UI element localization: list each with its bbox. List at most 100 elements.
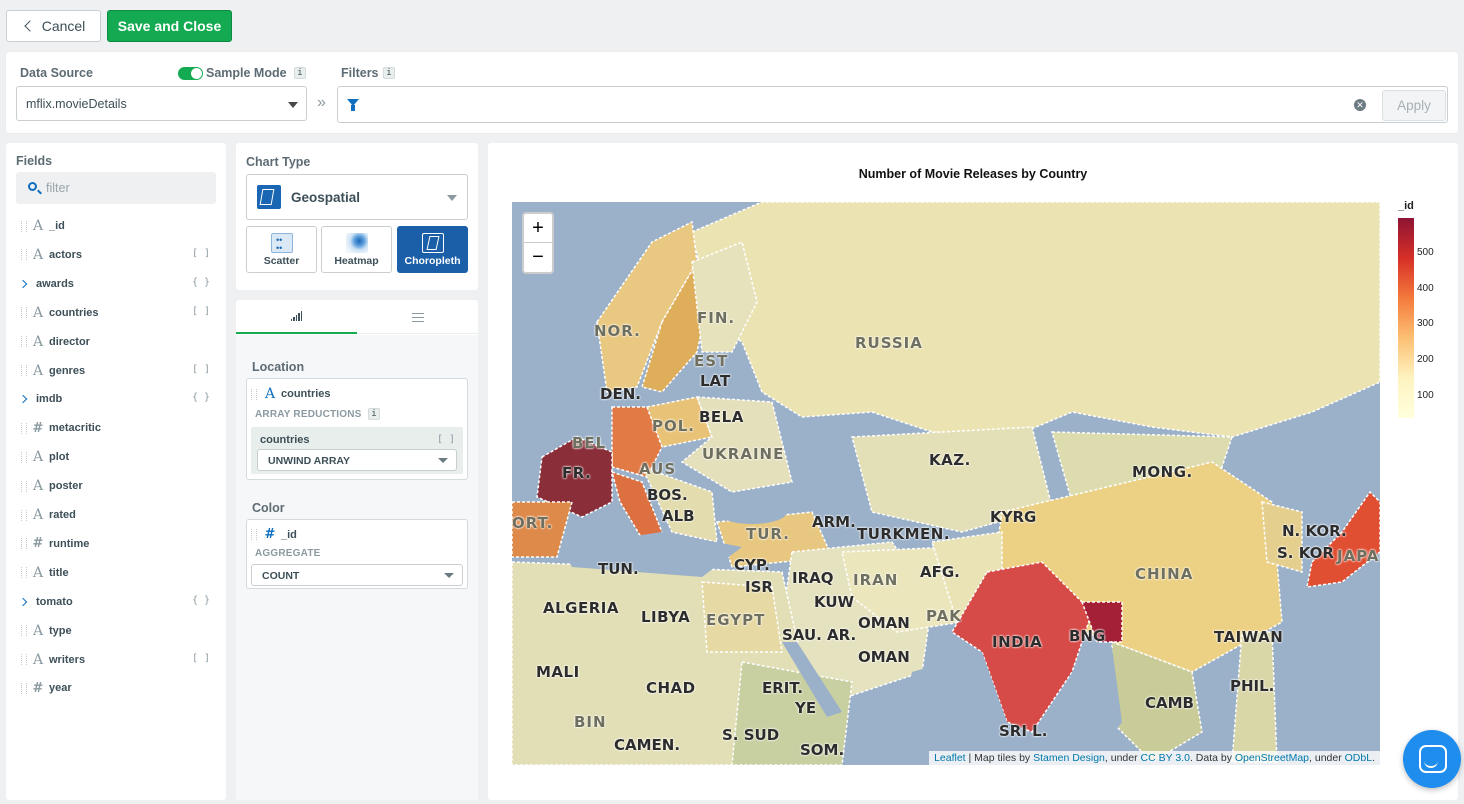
string-type-icon: A <box>32 449 44 466</box>
drag-handle-icon[interactable] <box>21 249 27 261</box>
odbl-link[interactable]: ODbL <box>1345 752 1372 764</box>
field-item-countries[interactable]: Acountries [ ] <box>16 302 216 324</box>
field-item-rated[interactable]: Arated <box>16 504 216 526</box>
chevron-right-icon[interactable] <box>18 279 28 289</box>
drag-handle-icon[interactable] <box>21 480 27 492</box>
field-item-poster[interactable]: Aposter <box>16 475 216 497</box>
field-item-genres[interactable]: Agenres [ ] <box>16 360 216 382</box>
cancel-button[interactable]: Cancel <box>6 10 101 42</box>
field-item-writers[interactable]: Awriters [ ] <box>16 649 216 671</box>
chevron-right-icon[interactable] <box>18 597 28 606</box>
chevron-right-icon[interactable] <box>18 395 28 404</box>
drag-handle-icon[interactable] <box>21 220 27 232</box>
string-type-icon: A <box>32 362 44 379</box>
geospatial-icon <box>257 185 281 209</box>
drag-handle-icon[interactable] <box>21 625 27 637</box>
map-label: AUS <box>639 460 677 478</box>
field-item-director[interactable]: Adirector <box>16 331 216 353</box>
legend-tick: 500 <box>1417 247 1434 258</box>
save-and-close-button[interactable]: Save and Close <box>107 10 232 42</box>
apply-button[interactable]: Apply <box>1382 90 1446 121</box>
choropleth-map[interactable]: NOR. FIN. RUSSIA EST LAT DEN. BELA POL. … <box>512 202 1380 765</box>
field-item-plot[interactable]: Aplot <box>16 446 216 468</box>
location-field[interactable]: A countries <box>251 386 331 402</box>
sample-mode-toggle[interactable] <box>178 67 203 80</box>
stamen-link[interactable]: Stamen Design <box>1033 752 1105 764</box>
field-item-imdb[interactable]: imdb { } <box>16 388 216 410</box>
chart-type-panel: Chart Type Geospatial Scatter Heatmap Ch… <box>236 143 478 290</box>
reduction-select[interactable]: UNWIND ARRAY <box>257 449 457 471</box>
field-name: countries <box>49 306 99 319</box>
drag-handle-icon[interactable] <box>21 538 27 550</box>
field-item-title[interactable]: Atitle <box>16 562 216 584</box>
color-field[interactable]: # _id <box>251 527 297 542</box>
field-item-actors[interactable]: Aactors [ ] <box>16 244 216 266</box>
tab-customize[interactable] <box>357 300 478 334</box>
map-label: KAZ. <box>929 451 971 469</box>
subtype-choropleth-label: Choropleth <box>404 255 461 267</box>
map-label: FR. <box>562 464 592 482</box>
field-item-id[interactable]: A _id <box>16 215 216 237</box>
zoom-in-button[interactable]: + <box>524 214 552 243</box>
field-item-metacritic[interactable]: # metacritic <box>16 417 216 439</box>
array-reductions-info-icon[interactable]: i <box>368 408 380 420</box>
subtype-heatmap-button[interactable]: Heatmap <box>321 226 392 273</box>
drag-handle-icon[interactable] <box>21 509 27 521</box>
filter-input[interactable]: ✕ Apply <box>337 86 1448 123</box>
subtype-choropleth-button[interactable]: Choropleth <box>397 226 468 273</box>
field-item-tomato[interactable]: tomato { } <box>16 591 216 613</box>
fields-panel: Fields A _id Aactors [ ] awards { } Acountries… <box>6 143 226 800</box>
color-field-name: _id <box>281 528 297 541</box>
fields-search-input[interactable] <box>46 179 206 197</box>
chart-type-title: Chart Type <box>246 155 311 169</box>
string-type-icon: A <box>32 218 44 234</box>
filters-info-icon[interactable]: i <box>383 67 395 79</box>
drag-handle-icon[interactable] <box>21 567 27 579</box>
heatmap-icon <box>346 233 368 253</box>
data-source-panel: Data Source Sample Mode i Filters i mfli… <box>6 52 1458 133</box>
drag-handle-icon[interactable] <box>21 365 27 376</box>
drag-handle-icon[interactable] <box>21 654 27 665</box>
location-card[interactable]: A countries ARRAY REDUCTIONS i countries… <box>246 378 468 480</box>
field-item-type[interactable]: Atype <box>16 620 216 642</box>
map-label: FIN. <box>697 309 736 327</box>
caret-down-icon <box>447 195 457 201</box>
map-label: DEN. <box>600 385 641 403</box>
drag-handle-icon[interactable] <box>21 336 27 348</box>
legend-title: _id <box>1398 200 1414 212</box>
drag-handle-icon[interactable] <box>251 388 257 400</box>
sample-mode-info-icon[interactable]: i <box>294 67 306 79</box>
drag-handle-icon[interactable] <box>21 682 27 694</box>
map-label: KUW <box>814 593 855 611</box>
object-badge: { } <box>191 594 210 606</box>
attribution-text: , under <box>1104 752 1141 764</box>
leaflet-link[interactable]: Leaflet <box>934 752 966 764</box>
clear-filter-icon[interactable]: ✕ <box>1354 99 1366 111</box>
reduction-select-value: UNWIND ARRAY <box>268 455 351 467</box>
subtype-scatter-button[interactable]: Scatter <box>246 226 317 273</box>
field-name: writers <box>49 653 86 666</box>
ccby-link[interactable]: CC BY 3.0 <box>1141 752 1190 764</box>
zoom-out-button[interactable]: − <box>524 243 552 272</box>
drag-handle-icon[interactable] <box>21 307 27 319</box>
field-item-year[interactable]: # year <box>16 677 216 699</box>
double-chevron-icon: » <box>317 94 326 111</box>
attribution-text: | Map tiles by <box>965 752 1034 764</box>
color-card[interactable]: # _id AGGREGATE COUNT <box>246 519 468 589</box>
data-source-select[interactable]: mflix.movieDetails <box>16 86 307 121</box>
aggregate-select[interactable]: COUNT <box>251 564 463 586</box>
map-label: CAMEN. <box>614 736 681 754</box>
map-label: ARM. <box>812 513 856 531</box>
chart-type-select[interactable]: Geospatial <box>246 174 468 220</box>
tab-encode[interactable] <box>236 300 357 334</box>
chat-support-icon[interactable] <box>1403 730 1461 788</box>
map-label: CHAD <box>646 679 696 697</box>
field-item-awards[interactable]: awards { } <box>16 273 216 295</box>
string-type-icon: A <box>32 478 44 495</box>
object-badge: { } <box>191 392 210 404</box>
osm-link[interactable]: OpenStreetMap <box>1235 752 1309 764</box>
field-item-runtime[interactable]: # runtime <box>16 533 216 555</box>
drag-handle-icon[interactable] <box>21 451 27 463</box>
drag-handle-icon[interactable] <box>251 529 257 540</box>
drag-handle-icon[interactable] <box>21 422 27 434</box>
